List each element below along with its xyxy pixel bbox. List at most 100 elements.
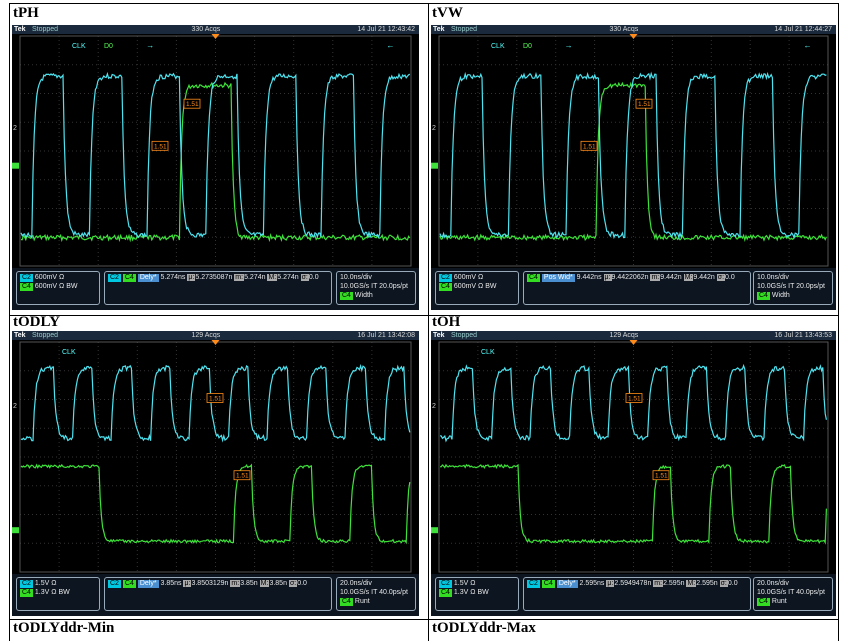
data-waveform	[20, 463, 411, 545]
threshold-cursor-tag-2: 1.51	[233, 470, 251, 481]
min-label: m:	[234, 274, 245, 281]
cell-title-todlyddr-max: tODLYddr-Max	[432, 620, 536, 636]
channel-c4-badge: C4	[20, 589, 33, 597]
meas-type: Dely*	[137, 274, 159, 282]
measurement-readout-box: C4 Pos Wid* 9.442ns μ:9.4422062n m:9.442…	[523, 271, 751, 305]
sample-rate: 10.0GS/s IT 20.0ps/pt	[340, 283, 408, 290]
clk-label: CLK	[62, 349, 76, 356]
graticule	[19, 35, 412, 267]
figure-table: tPH tVW tODLY tOH tODLYddr-Min tODLYddr-…	[0, 0, 844, 641]
waveform-display: 2 CLK 1.51 1.51	[12, 340, 412, 573]
max-label: M:	[686, 580, 697, 587]
svg-text:1.51: 1.51	[186, 101, 199, 108]
svg-text:1.51: 1.51	[638, 101, 651, 108]
meas-source-c4: C4	[527, 274, 540, 282]
acquisition-count: 129 Acqs	[191, 332, 221, 339]
table-border-bottom	[9, 619, 839, 620]
timestamp: 14 Jul 21 12:44:27	[774, 26, 832, 33]
acquisition-state: Stopped	[32, 332, 59, 339]
trigger-type: Width	[354, 292, 373, 299]
sample-rate: 10.0GS/s IT 40.0ps/pt	[757, 589, 825, 596]
data-waveform	[439, 463, 827, 545]
arrow-right-icon: →	[146, 41, 154, 50]
table-border-right	[838, 3, 839, 641]
max-value: 5.274n	[277, 274, 299, 281]
threshold-cursor-tag: 1.51	[206, 393, 224, 403]
c4-bandwidth: BW	[66, 283, 78, 290]
meas-source-c4: C4	[122, 580, 136, 588]
c4-scale: 600mV Ω	[34, 283, 65, 290]
c4-bandwidth: BW	[58, 589, 70, 596]
table-border-top	[9, 3, 839, 4]
tek-logo: Tek	[433, 332, 445, 339]
sigma-label: σ:	[719, 580, 728, 587]
sample-rate: 10.0GS/s IT 20.0ps/pt	[757, 283, 825, 290]
threshold-cursor-tag-2: 1.51	[183, 98, 201, 109]
svg-text:1.51: 1.51	[655, 473, 668, 480]
cell-title-tvw: tVW	[432, 5, 463, 21]
channel-c2-badge: C2	[439, 274, 452, 282]
channel-c4-badge: C4	[20, 283, 33, 291]
clock-waveform	[439, 71, 827, 240]
scope-status-bar: Tek Stopped 129 Acqs 16 Jul 21 13:43:53	[431, 331, 836, 340]
threshold-cursor-tag: 1.51	[151, 140, 169, 151]
threshold-cursor-tag-2: 1.51	[635, 98, 653, 109]
acquisition-count: 129 Acqs	[609, 332, 639, 339]
svg-text:1.51: 1.51	[628, 396, 641, 403]
min-label: m:	[650, 274, 661, 281]
sigma-value: 0.0	[727, 580, 738, 587]
trigger-type: Runt	[771, 598, 787, 605]
ch2-ground-marker-icon: 2	[13, 403, 17, 410]
mean-label: μ:	[603, 274, 612, 281]
acquisition-state: Stopped	[451, 26, 478, 33]
cell-title-todly: tODLY	[13, 314, 60, 330]
trigger-source: C4	[757, 292, 770, 300]
channel-settings-box: C2 600mV Ω C4 600mV Ω BW	[435, 271, 519, 305]
mean-value: 3.8503129n	[191, 580, 229, 587]
horizontal-scale: 20.0ns/div	[757, 580, 789, 587]
meas-value: 2.595ns	[579, 580, 605, 587]
mean-value: 5.2735087n	[195, 274, 233, 281]
c4-scale: 1.3V Ω	[453, 589, 476, 596]
timebase-box: 20.0ns/div 10.0GS/s IT 40.0ps/pt C4 Runt	[753, 577, 833, 611]
mean-value: 9.4422062n	[611, 274, 649, 281]
max-value: 3.85n	[269, 580, 287, 587]
timestamp: 16 Jul 21 13:43:53	[774, 332, 832, 339]
channel-c2-badge: C2	[439, 580, 452, 588]
horizontal-scale: 10.0ns/div	[757, 274, 789, 281]
c2-scale: 1.5V Ω	[34, 580, 57, 587]
sigma-label: σ:	[288, 580, 298, 587]
measurement-readout-box: C2 C4 Dely* 2.595ns μ:2.5949478n m:2.595…	[523, 577, 751, 611]
threshold-cursor-tag-2: 1.51	[652, 470, 670, 481]
waveform-display: 2 CLK 1.51 1.51	[431, 340, 829, 573]
waveform-display: 2 CLK D0 1.51 1.51 → ←	[12, 34, 412, 267]
max-label: M:	[683, 274, 694, 281]
channel-settings-box: C2 1.5V Ω C4 1.3V Ω BW	[16, 577, 100, 611]
max-value: 9.442n	[693, 274, 715, 281]
table-border-middle	[9, 315, 839, 316]
meas-value: 3.85ns	[160, 580, 182, 587]
ch4-ground-marker-icon	[12, 162, 19, 169]
channel-settings-box: C2 1.5V Ω C4 1.3V Ω BW	[435, 577, 519, 611]
cell-title-tph: tPH	[13, 5, 39, 21]
meas-type: Dely*	[556, 580, 578, 588]
c2-scale: 600mV Ω	[34, 274, 65, 281]
channel-c4-badge: C4	[439, 283, 452, 291]
c2-scale: 1.5V Ω	[453, 580, 476, 587]
threshold-cursor-tag: 1.51	[625, 393, 643, 403]
ch2-ground-marker-icon: 2	[432, 125, 436, 132]
c4-scale: 600mV Ω	[453, 283, 484, 290]
acquisition-count: 330 Acqs	[191, 26, 221, 33]
horizontal-scale: 20.0ns/div	[340, 580, 372, 587]
max-label: M:	[259, 580, 270, 587]
timebase-box: 10.0ns/div 10.0GS/s IT 20.0ps/pt C4 Widt…	[336, 271, 416, 305]
table-border-left	[9, 3, 10, 641]
min-value: 3.85n	[240, 580, 258, 587]
d0-label: D0	[104, 43, 113, 50]
meas-type: Dely*	[137, 580, 159, 588]
ch4-ground-marker-icon	[431, 527, 438, 534]
svg-text:1.51: 1.51	[154, 143, 167, 150]
scope-screenshot-todly: Tek Stopped 129 Acqs 16 Jul 21 13:42:08 …	[12, 331, 419, 616]
sample-rate: 10.0GS/s IT 40.0ps/pt	[340, 589, 408, 596]
ch4-ground-marker-icon	[12, 527, 19, 534]
